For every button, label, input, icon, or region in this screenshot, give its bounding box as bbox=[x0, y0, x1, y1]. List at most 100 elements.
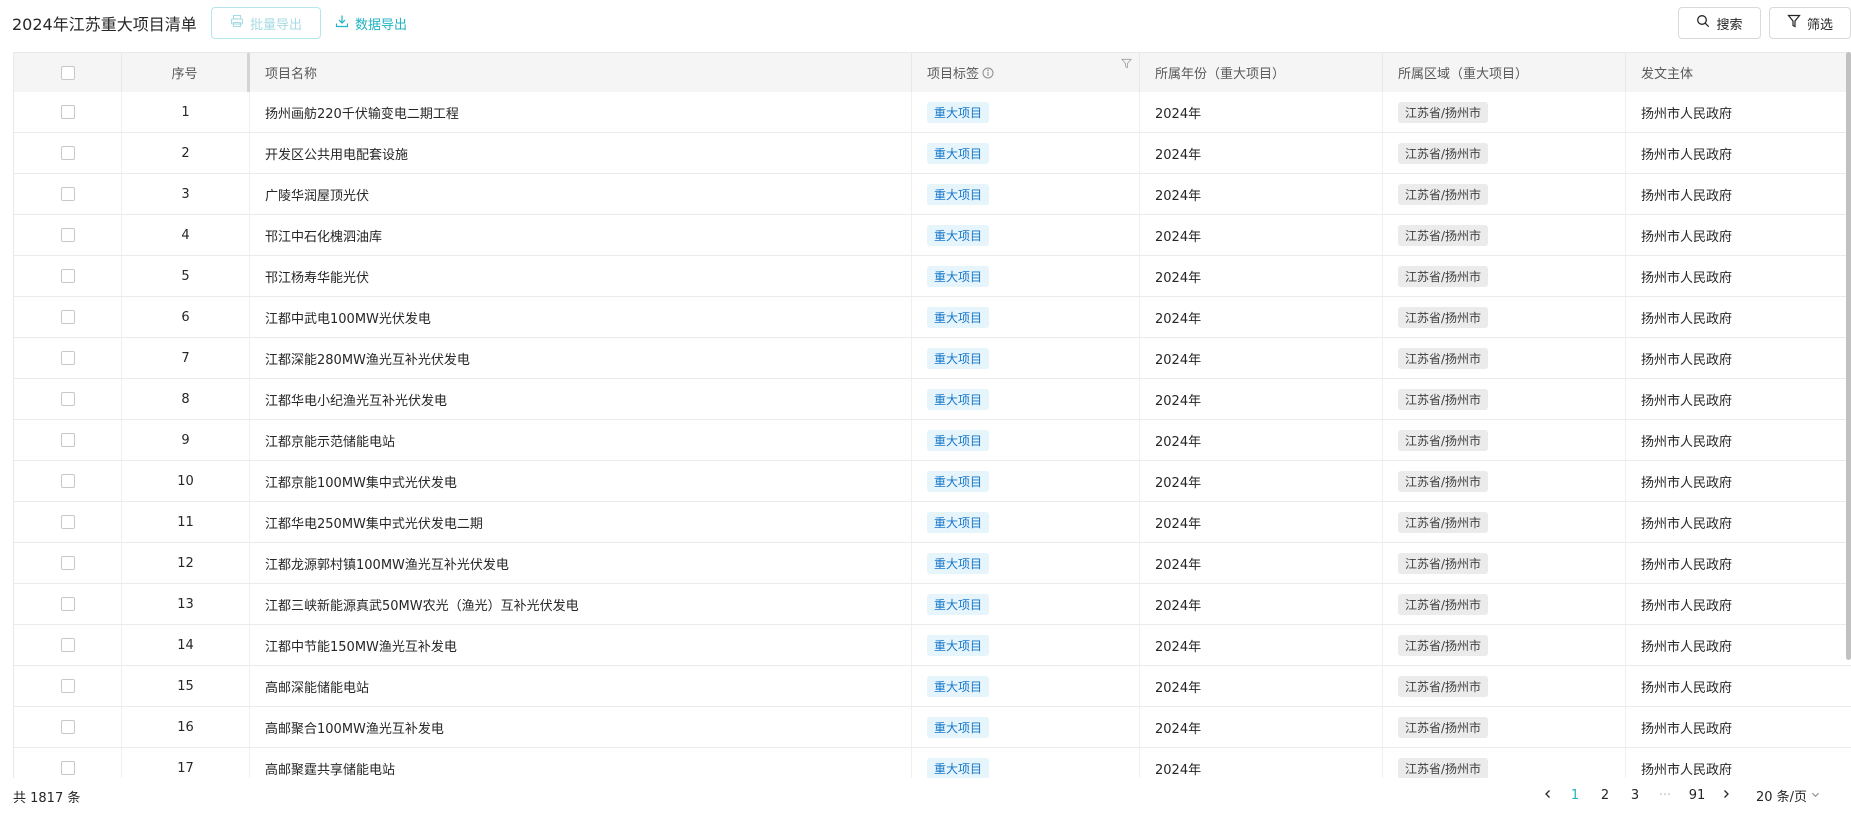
table-row[interactable]: 1 扬州画舫220千伏输变电二期工程 重大项目 2024年 江苏省/扬州市 扬州市人民政府 bbox=[14, 92, 1851, 133]
project-name[interactable]: 江都深能280MW渔光互补光伏发电 bbox=[265, 349, 470, 368]
project-year: 2024年 bbox=[1140, 420, 1383, 460]
prev-page-button[interactable] bbox=[1536, 777, 1560, 814]
table-row[interactable]: 14 江都中节能150MW渔光互补发电 重大项目 2024年 江苏省/扬州市 扬州市人民政… bbox=[14, 625, 1851, 666]
project-name-cell: 邗江杨寿华能光伏 bbox=[250, 256, 912, 296]
project-year: 2024年 bbox=[1140, 133, 1383, 173]
project-name[interactable]: 江都中节能150MW渔光互补发电 bbox=[265, 636, 457, 655]
project-name[interactable]: 江都华电小纪渔光互补光伏发电 bbox=[265, 390, 447, 409]
row-checkbox[interactable] bbox=[60, 310, 75, 324]
row-select-cell bbox=[14, 502, 122, 542]
row-checkbox[interactable] bbox=[60, 146, 75, 160]
row-select-cell bbox=[14, 584, 122, 624]
row-index: 10 bbox=[122, 461, 250, 501]
row-index: 9 bbox=[122, 420, 250, 460]
project-region-badge: 江苏省/扬州市 bbox=[1398, 388, 1489, 410]
project-name[interactable]: 开发区公共用电配套设施 bbox=[265, 144, 408, 163]
row-checkbox[interactable] bbox=[60, 556, 75, 570]
table-row[interactable]: 5 邗江杨寿华能光伏 重大项目 2024年 江苏省/扬州市 扬州市人民政府 bbox=[14, 256, 1851, 297]
project-name[interactable]: 扬州画舫220千伏输变电二期工程 bbox=[265, 103, 459, 122]
search-button[interactable]: 搜索 bbox=[1678, 7, 1761, 39]
table-row[interactable]: 10 江都京能100MW集中式光伏发电 重大项目 2024年 江苏省/扬州市 扬州市人民政… bbox=[14, 461, 1851, 502]
table-scrollbar[interactable] bbox=[1846, 52, 1851, 660]
download-icon bbox=[335, 14, 349, 32]
page-1-button[interactable]: 1 bbox=[1560, 777, 1590, 814]
project-name[interactable]: 高邮聚霆共享储能电站 bbox=[265, 759, 395, 778]
table-row[interactable]: 16 高邮聚合100MW渔光互补发电 重大项目 2024年 江苏省/扬州市 扬州市人民政府 bbox=[14, 707, 1851, 748]
page-2-button[interactable]: 2 bbox=[1590, 777, 1620, 814]
table-row[interactable]: 2 开发区公共用电配套设施 重大项目 2024年 江苏省/扬州市 扬州市人民政府 bbox=[14, 133, 1851, 174]
row-checkbox[interactable] bbox=[60, 228, 75, 242]
project-region-cell: 江苏省/扬州市 bbox=[1383, 174, 1626, 214]
row-checkbox[interactable] bbox=[60, 761, 75, 775]
project-name[interactable]: 广陵华润屋顶光伏 bbox=[265, 185, 369, 204]
project-name[interactable]: 江都京能100MW集中式光伏发电 bbox=[265, 472, 457, 491]
row-checkbox[interactable] bbox=[60, 105, 75, 119]
project-region-cell: 江苏省/扬州市 bbox=[1383, 625, 1626, 665]
project-name-cell: 江都京能100MW集中式光伏发电 bbox=[250, 461, 912, 501]
table-row[interactable]: 11 江都华电250MW集中式光伏发电二期 重大项目 2024年 江苏省/扬州市 扬州市人… bbox=[14, 502, 1851, 543]
project-region-badge: 江苏省/扬州市 bbox=[1398, 470, 1489, 492]
project-region-badge: 江苏省/扬州市 bbox=[1398, 224, 1489, 246]
select-all-cell bbox=[14, 53, 122, 92]
project-name[interactable]: 江都龙源郭村镇100MW渔光互补光伏发电 bbox=[265, 554, 509, 573]
project-name[interactable]: 高邮聚合100MW渔光互补发电 bbox=[265, 718, 444, 737]
project-tag-badge: 重大项目 bbox=[927, 224, 990, 246]
table-row[interactable]: 15 高邮深能储能电站 重大项目 2024年 江苏省/扬州市 扬州市人民政府 bbox=[14, 666, 1851, 707]
project-region-badge: 江苏省/扬州市 bbox=[1398, 347, 1489, 369]
next-page-button[interactable] bbox=[1714, 777, 1738, 814]
row-checkbox[interactable] bbox=[60, 433, 75, 447]
project-name[interactable]: 邗江杨寿华能光伏 bbox=[265, 267, 369, 286]
table-row[interactable]: 3 广陵华润屋顶光伏 重大项目 2024年 江苏省/扬州市 扬州市人民政府 bbox=[14, 174, 1851, 215]
project-issuer: 扬州市人民政府 bbox=[1641, 188, 1733, 204]
project-year: 2024年 bbox=[1140, 379, 1383, 419]
row-checkbox[interactable] bbox=[60, 269, 75, 283]
page-91-button[interactable]: 91 bbox=[1680, 777, 1714, 814]
table-row[interactable]: 4 邗江中石化槐泗油库 重大项目 2024年 江苏省/扬州市 扬州市人民政府 bbox=[14, 215, 1851, 256]
project-year: 2024年 bbox=[1140, 707, 1383, 747]
project-name[interactable]: 江都京能示范储能电站 bbox=[265, 431, 395, 450]
data-export-label: 数据导出 bbox=[355, 17, 408, 33]
project-name-cell: 高邮深能储能电站 bbox=[250, 666, 912, 706]
project-region-badge: 江苏省/扬州市 bbox=[1398, 265, 1489, 287]
table-row[interactable]: 7 江都深能280MW渔光互补光伏发电 重大项目 2024年 江苏省/扬州市 扬州市人民政… bbox=[14, 338, 1851, 379]
table-row[interactable]: 12 江都龙源郭村镇100MW渔光互补光伏发电 重大项目 2024年 江苏省/扬州市 扬州… bbox=[14, 543, 1851, 584]
project-name[interactable]: 高邮深能储能电站 bbox=[265, 677, 369, 696]
page-size-select[interactable]: 20 条/页 bbox=[1756, 786, 1820, 805]
page-3-button[interactable]: 3 bbox=[1620, 777, 1650, 814]
project-year: 2024年 bbox=[1140, 256, 1383, 296]
row-checkbox[interactable] bbox=[60, 638, 75, 652]
project-name[interactable]: 江都三峡新能源真武50MW农光（渔光）互补光伏发电 bbox=[265, 595, 579, 614]
project-region-badge: 江苏省/扬州市 bbox=[1398, 552, 1489, 574]
table-row[interactable]: 8 江都华电小纪渔光互补光伏发电 重大项目 2024年 江苏省/扬州市 扬州市人民政府 bbox=[14, 379, 1851, 420]
row-checkbox[interactable] bbox=[60, 515, 75, 529]
row-checkbox[interactable] bbox=[60, 597, 75, 611]
project-issuer: 扬州市人民政府 bbox=[1641, 639, 1733, 655]
info-icon[interactable] bbox=[982, 67, 994, 79]
filter-button[interactable]: 筛选 bbox=[1769, 7, 1851, 39]
search-icon bbox=[1696, 14, 1710, 32]
funnel-icon bbox=[1787, 14, 1801, 32]
column-filter-icon[interactable] bbox=[1120, 58, 1133, 73]
project-tag-badge: 重大项目 bbox=[927, 470, 990, 492]
project-region-badge: 江苏省/扬州市 bbox=[1398, 142, 1489, 164]
table-row[interactable]: 17 高邮聚霆共享储能电站 重大项目 2024年 江苏省/扬州市 扬州市人民政府 bbox=[14, 748, 1851, 778]
project-region-badge: 江苏省/扬州市 bbox=[1398, 716, 1489, 738]
row-checkbox[interactable] bbox=[60, 679, 75, 693]
toolbar: 2024年江苏重大项目清单 批量导出 数据导出 搜索 筛选 bbox=[0, 0, 1851, 46]
project-tag-badge: 重大项目 bbox=[927, 593, 990, 615]
row-checkbox[interactable] bbox=[60, 720, 75, 734]
table-row[interactable]: 13 江都三峡新能源真武50MW农光（渔光）互补光伏发电 重大项目 2024年 江苏省/… bbox=[14, 584, 1851, 625]
table-row[interactable]: 9 江都京能示范储能电站 重大项目 2024年 江苏省/扬州市 扬州市人民政府 bbox=[14, 420, 1851, 461]
row-checkbox[interactable] bbox=[60, 351, 75, 365]
row-checkbox[interactable] bbox=[60, 474, 75, 488]
project-name[interactable]: 江都中武电100MW光伏发电 bbox=[265, 308, 431, 327]
data-export-button[interactable]: 数据导出 bbox=[335, 7, 407, 39]
batch-export-button[interactable]: 批量导出 bbox=[211, 7, 321, 39]
table-row[interactable]: 6 江都中武电100MW光伏发电 重大项目 2024年 江苏省/扬州市 扬州市人民政府 bbox=[14, 297, 1851, 338]
select-all-checkbox[interactable] bbox=[60, 65, 75, 80]
row-checkbox[interactable] bbox=[60, 187, 75, 201]
project-tag-cell: 重大项目 bbox=[912, 256, 1140, 296]
project-name[interactable]: 江都华电250MW集中式光伏发电二期 bbox=[265, 513, 483, 532]
row-checkbox[interactable] bbox=[60, 392, 75, 406]
project-name[interactable]: 邗江中石化槐泗油库 bbox=[265, 226, 382, 245]
